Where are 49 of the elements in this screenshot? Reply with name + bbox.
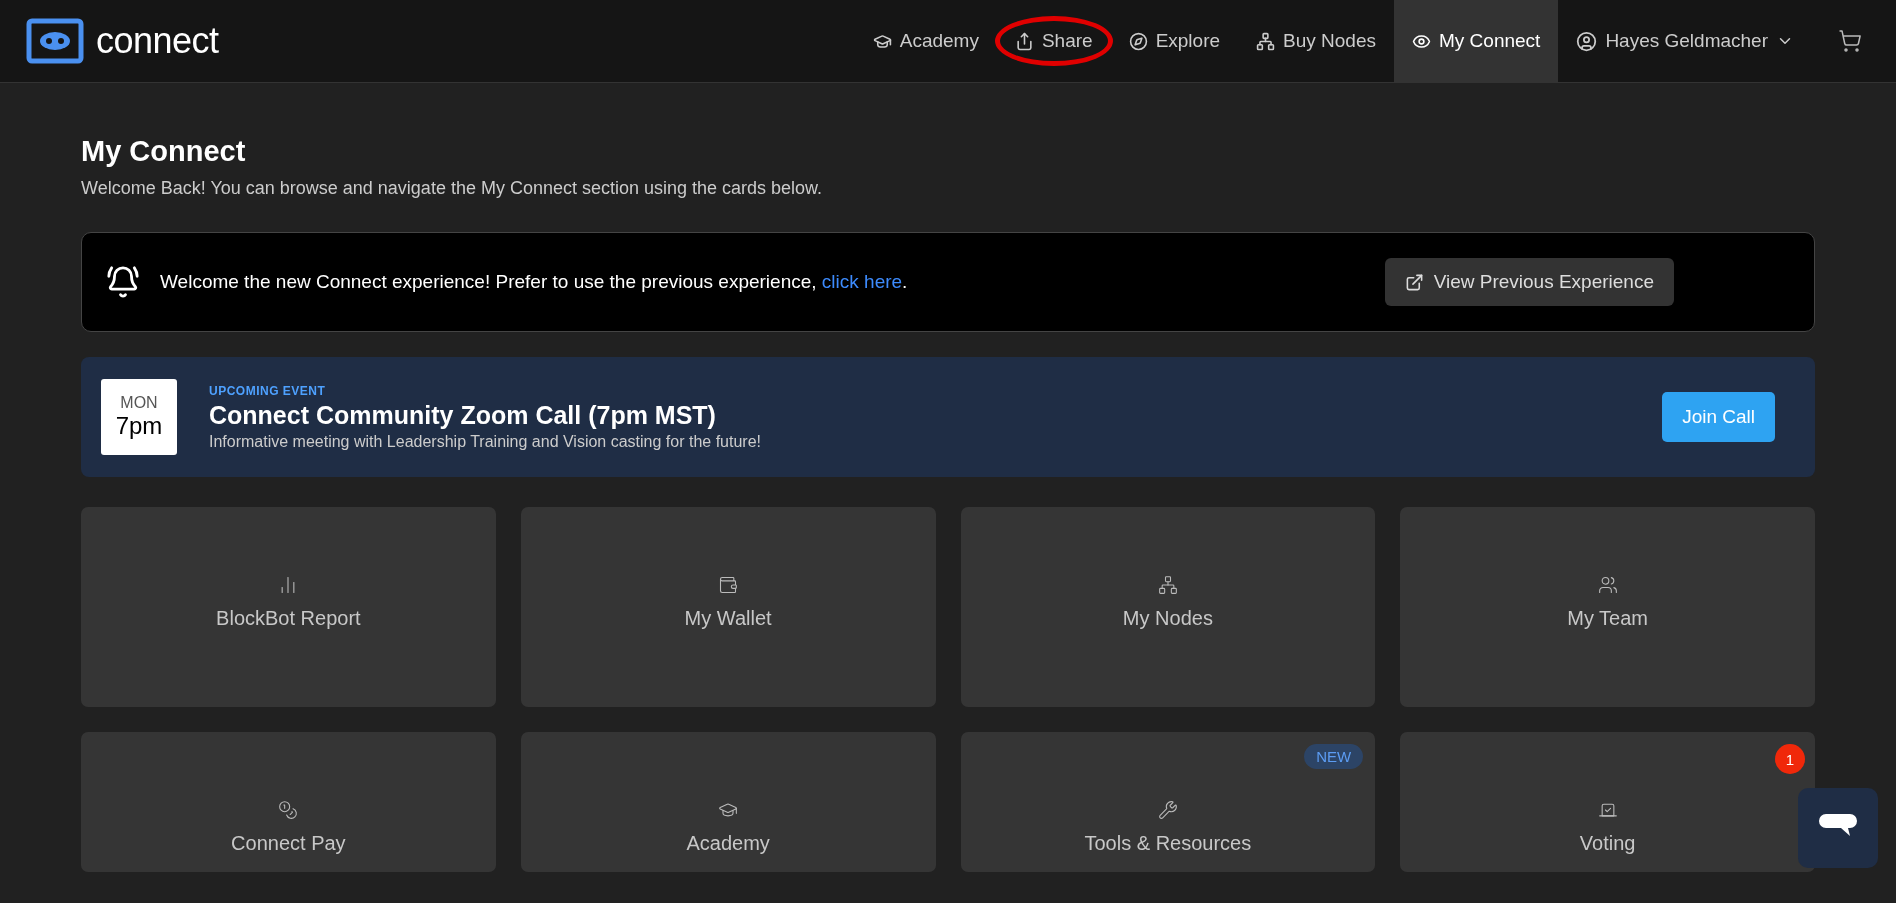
cart-icon (1838, 29, 1862, 53)
card-label: Voting (1579, 832, 1636, 855)
card-label: Academy (686, 832, 770, 855)
card-label: My Team (1567, 607, 1648, 630)
network-icon (1256, 31, 1276, 51)
section-card[interactable]: My Nodes (960, 507, 1376, 707)
user-icon (1576, 30, 1598, 52)
card-label: My Wallet (684, 607, 772, 630)
nav-link[interactable]: Share (996, 0, 1111, 82)
section-card[interactable]: Tools & Resources NEW (960, 732, 1376, 872)
notification-count: 1 (1775, 744, 1805, 774)
section-card[interactable]: My Wallet (520, 507, 936, 707)
nav-link[interactable]: My Connect (1394, 0, 1559, 82)
bell-icon (106, 265, 140, 299)
nav-link[interactable]: Academy (854, 0, 997, 82)
event-title: Connect Community Zoom Call (7pm MST) (209, 400, 717, 430)
card-label: BlockBot Report (216, 607, 361, 630)
robot-logo-icon (26, 18, 84, 64)
network-icon (1157, 575, 1178, 595)
logo-text: connect (96, 20, 219, 62)
event-label: UPCOMING EVENT (209, 383, 327, 398)
external-link-icon (1404, 272, 1424, 292)
nav-link[interactable]: Explore (1110, 0, 1239, 82)
section-card[interactable]: BlockBot Report (81, 507, 496, 707)
notice-text: Welcome the new Connect experience! Prefer to use the previous experience, click here. (160, 271, 909, 293)
chat-button[interactable] (1798, 788, 1878, 868)
section-card[interactable]: Voting 1 (1400, 732, 1815, 872)
nav-link[interactable]: Buy Nodes (1238, 0, 1394, 82)
coins-icon (278, 800, 299, 820)
card-label: Tools & Resources (1084, 832, 1252, 855)
section-card[interactable]: Connect Pay (81, 732, 496, 872)
section-card[interactable]: My Team (1400, 507, 1815, 707)
card-label: Connect Pay (231, 832, 346, 855)
page-subtitle: Welcome Back! You can browse and navigate the My Connect section using the cards below. (81, 178, 824, 199)
new-badge: NEW (1304, 744, 1364, 769)
user-menu[interactable]: Hayes Geldmacher (1558, 0, 1812, 82)
event-time: 7pm (115, 412, 163, 440)
event-day: MON (120, 394, 158, 412)
page-title: My Connect (81, 135, 247, 168)
people-icon (1597, 575, 1618, 595)
share-icon (1014, 31, 1034, 51)
wrench-icon (1157, 800, 1178, 820)
event-description: Informative meeting with Leadership Training and Vision casting for the future! (209, 432, 762, 451)
wallet-icon (718, 575, 739, 595)
click-here-link[interactable]: click here (821, 271, 903, 292)
section-card[interactable]: Academy (520, 732, 936, 872)
view-previous-button[interactable]: View Previous Experience (1384, 258, 1674, 306)
compass-icon (1128, 31, 1148, 51)
card-label: My Nodes (1122, 607, 1213, 630)
